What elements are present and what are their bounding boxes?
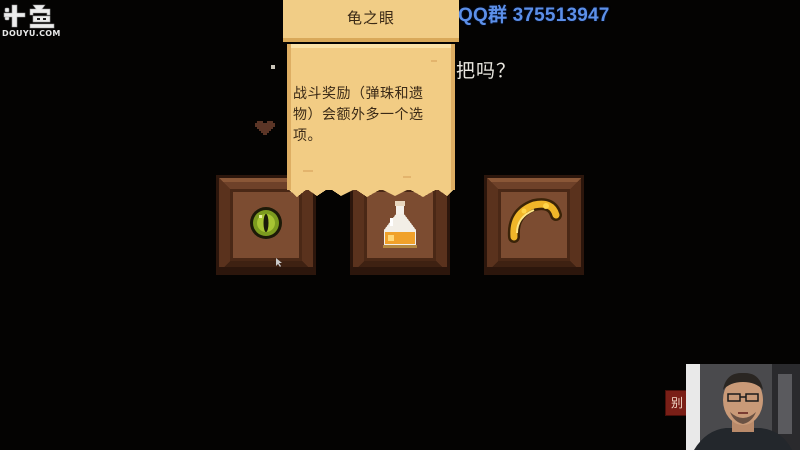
relic-tooltip: 龟之眼 战斗奖励（弹珠和遗物）会额外多一个选项。 bbox=[283, 0, 459, 197]
dialog-text-fragment bbox=[271, 65, 275, 69]
streamer-webcam bbox=[686, 364, 800, 450]
douyu-logo-icon bbox=[3, 4, 55, 29]
reward-chest-bracelet[interactable] bbox=[484, 175, 584, 275]
golden-bracelet-icon bbox=[507, 198, 562, 243]
mouse-cursor-icon bbox=[276, 258, 282, 267]
game-screen: DOUYU.COM QQ群 375513947 把吗？ 龟之眼 战斗奖励（弹珠和… bbox=[0, 0, 800, 450]
heart-icon bbox=[255, 121, 275, 135]
douyu-domain-text: DOUYU.COM bbox=[2, 29, 61, 38]
relic-description: 战斗奖励（弹珠和遗物）会额外多一个选项。 bbox=[293, 86, 424, 144]
relic-name: 龟之眼 bbox=[346, 9, 395, 27]
douyu-watermark: DOUYU.COM bbox=[2, 2, 64, 40]
streamer-avatar bbox=[686, 364, 800, 450]
dialog-question-text: 把吗？ bbox=[456, 60, 517, 82]
qq-group-overlay: QQ群 375513947 bbox=[458, 5, 610, 26]
